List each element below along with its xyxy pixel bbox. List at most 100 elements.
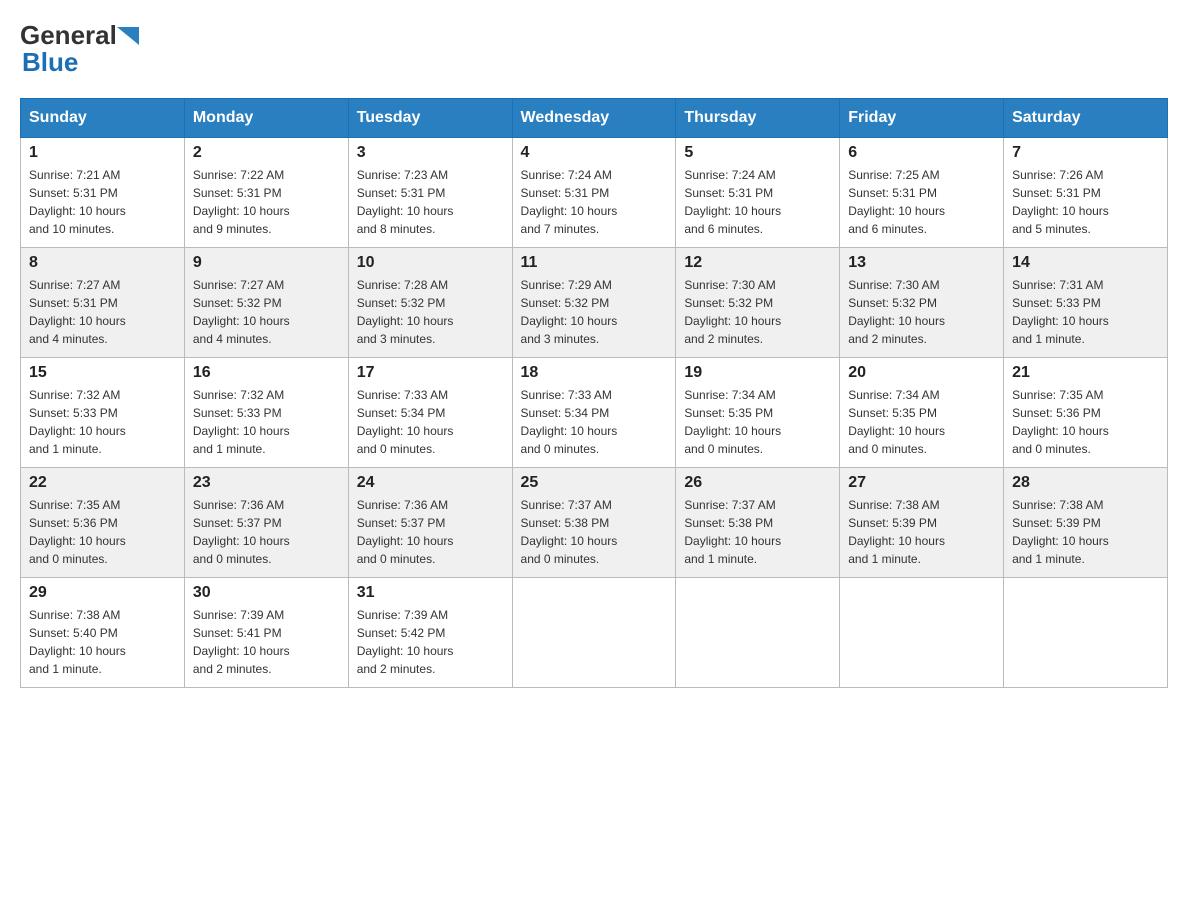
calendar-cell: 22Sunrise: 7:35 AMSunset: 5:36 PMDayligh…: [21, 468, 185, 578]
calendar-cell: 7 Sunrise: 7:26 AMSunset: 5:31 PMDaylight…: [1004, 138, 1168, 248]
calendar-cell: 5Sunrise: 7:24 AMSunset: 5:31 PMDaylight…: [676, 138, 840, 248]
day-number: 15: [29, 364, 176, 382]
logo-arrow-icon: [117, 27, 139, 45]
calendar-cell: 28 Sunrise: 7:38 AMSunset: 5:39 PMDayligh…: [1004, 468, 1168, 578]
weekday-header-friday: Friday: [840, 99, 1004, 138]
day-info: Sunrise: 7:37 AMSunset: 5:38 PMDaylight:…: [521, 496, 668, 568]
weekday-header-monday: Monday: [184, 99, 348, 138]
weekday-header-row: SundayMondayTuesdayWednesdayThursdayFrid…: [21, 99, 1168, 138]
logo-blue-text: Blue: [20, 47, 78, 78]
calendar-cell: 1 Sunrise: 7:21 AMSunset: 5:31 PMDaylight…: [21, 138, 185, 248]
day-info: Sunrise: 7:26 AMSunset: 5:31 PMDaylight:…: [1012, 166, 1159, 238]
calendar-cell: 26Sunrise: 7:37 AMSunset: 5:38 PMDayligh…: [676, 468, 840, 578]
calendar-cell: 9 Sunrise: 7:27 AMSunset: 5:32 PMDaylight…: [184, 248, 348, 358]
calendar-week-row: 29 Sunrise: 7:38 AMSunset: 5:40 PMDayligh…: [21, 578, 1168, 688]
day-info: Sunrise: 7:32 AMSunset: 5:33 PMDaylight:…: [29, 386, 176, 458]
day-number: 13: [848, 254, 995, 272]
calendar-cell: 16Sunrise: 7:32 AMSunset: 5:33 PMDayligh…: [184, 358, 348, 468]
weekday-header-sunday: Sunday: [21, 99, 185, 138]
calendar-cell: 29 Sunrise: 7:38 AMSunset: 5:40 PMDayligh…: [21, 578, 185, 688]
day-info: Sunrise: 7:21 AMSunset: 5:31 PMDaylight:…: [29, 166, 176, 238]
calendar-cell: 10 Sunrise: 7:28 AMSunset: 5:32 PMDayligh…: [348, 248, 512, 358]
day-number: 27: [848, 474, 995, 492]
day-number: 4: [521, 144, 668, 162]
calendar-cell: [676, 578, 840, 688]
day-number: 11: [521, 254, 668, 272]
day-info: Sunrise: 7:28 AMSunset: 5:32 PMDaylight:…: [357, 276, 504, 348]
day-info: Sunrise: 7:38 AMSunset: 5:40 PMDaylight:…: [29, 606, 176, 678]
weekday-header-tuesday: Tuesday: [348, 99, 512, 138]
day-number: 31: [357, 584, 504, 602]
calendar-cell: 31Sunrise: 7:39 AMSunset: 5:42 PMDayligh…: [348, 578, 512, 688]
day-info: Sunrise: 7:35 AMSunset: 5:36 PMDaylight:…: [29, 496, 176, 568]
day-number: 20: [848, 364, 995, 382]
calendar-cell: [1004, 578, 1168, 688]
day-number: 2: [193, 144, 340, 162]
calendar-cell: 20Sunrise: 7:34 AMSunset: 5:35 PMDayligh…: [840, 358, 1004, 468]
calendar-cell: 23 Sunrise: 7:36 AMSunset: 5:37 PMDayligh…: [184, 468, 348, 578]
calendar-cell: 11 Sunrise: 7:29 AMSunset: 5:32 PMDayligh…: [512, 248, 676, 358]
calendar-cell: 15 Sunrise: 7:32 AMSunset: 5:33 PMDayligh…: [21, 358, 185, 468]
day-number: 19: [684, 364, 831, 382]
day-info: Sunrise: 7:24 AMSunset: 5:31 PMDaylight:…: [684, 166, 831, 238]
calendar-cell: [840, 578, 1004, 688]
calendar-week-row: 1 Sunrise: 7:21 AMSunset: 5:31 PMDaylight…: [21, 138, 1168, 248]
day-number: 29: [29, 584, 176, 602]
day-number: 16: [193, 364, 340, 382]
calendar-cell: 4 Sunrise: 7:24 AMSunset: 5:31 PMDaylight…: [512, 138, 676, 248]
day-info: Sunrise: 7:38 AMSunset: 5:39 PMDaylight:…: [848, 496, 995, 568]
calendar-cell: 27 Sunrise: 7:38 AMSunset: 5:39 PMDayligh…: [840, 468, 1004, 578]
day-info: Sunrise: 7:33 AMSunset: 5:34 PMDaylight:…: [357, 386, 504, 458]
calendar-cell: 25 Sunrise: 7:37 AMSunset: 5:38 PMDayligh…: [512, 468, 676, 578]
day-number: 14: [1012, 254, 1159, 272]
day-number: 28: [1012, 474, 1159, 492]
calendar-cell: 30 Sunrise: 7:39 AMSunset: 5:41 PMDayligh…: [184, 578, 348, 688]
day-number: 21: [1012, 364, 1159, 382]
day-info: Sunrise: 7:27 AMSunset: 5:32 PMDaylight:…: [193, 276, 340, 348]
calendar-table: SundayMondayTuesdayWednesdayThursdayFrid…: [20, 98, 1168, 688]
day-info: Sunrise: 7:36 AMSunset: 5:37 PMDaylight:…: [193, 496, 340, 568]
day-number: 10: [357, 254, 504, 272]
day-number: 30: [193, 584, 340, 602]
weekday-header-saturday: Saturday: [1004, 99, 1168, 138]
day-info: Sunrise: 7:31 AMSunset: 5:33 PMDaylight:…: [1012, 276, 1159, 348]
day-info: Sunrise: 7:38 AMSunset: 5:39 PMDaylight:…: [1012, 496, 1159, 568]
day-info: Sunrise: 7:22 AMSunset: 5:31 PMDaylight:…: [193, 166, 340, 238]
day-number: 17: [357, 364, 504, 382]
day-number: 1: [29, 144, 176, 162]
day-info: Sunrise: 7:30 AMSunset: 5:32 PMDaylight:…: [848, 276, 995, 348]
calendar-cell: 6 Sunrise: 7:25 AMSunset: 5:31 PMDaylight…: [840, 138, 1004, 248]
calendar-week-row: 8Sunrise: 7:27 AMSunset: 5:31 PMDaylight…: [21, 248, 1168, 358]
day-number: 9: [193, 254, 340, 272]
day-number: 25: [521, 474, 668, 492]
day-number: 8: [29, 254, 176, 272]
day-info: Sunrise: 7:36 AMSunset: 5:37 PMDaylight:…: [357, 496, 504, 568]
calendar-cell: 19 Sunrise: 7:34 AMSunset: 5:35 PMDayligh…: [676, 358, 840, 468]
day-info: Sunrise: 7:25 AMSunset: 5:31 PMDaylight:…: [848, 166, 995, 238]
day-number: 3: [357, 144, 504, 162]
day-number: 12: [684, 254, 831, 272]
day-number: 24: [357, 474, 504, 492]
calendar-cell: 13 Sunrise: 7:30 AMSunset: 5:32 PMDayligh…: [840, 248, 1004, 358]
day-info: Sunrise: 7:29 AMSunset: 5:32 PMDaylight:…: [521, 276, 668, 348]
day-number: 23: [193, 474, 340, 492]
logo: General Blue: [20, 20, 139, 78]
calendar-cell: 3 Sunrise: 7:23 AMSunset: 5:31 PMDaylight…: [348, 138, 512, 248]
calendar-cell: 14 Sunrise: 7:31 AMSunset: 5:33 PMDayligh…: [1004, 248, 1168, 358]
calendar-cell: 17 Sunrise: 7:33 AMSunset: 5:34 PMDayligh…: [348, 358, 512, 468]
calendar-cell: 21 Sunrise: 7:35 AMSunset: 5:36 PMDayligh…: [1004, 358, 1168, 468]
day-number: 18: [521, 364, 668, 382]
day-info: Sunrise: 7:33 AMSunset: 5:34 PMDaylight:…: [521, 386, 668, 458]
calendar-week-row: 22Sunrise: 7:35 AMSunset: 5:36 PMDayligh…: [21, 468, 1168, 578]
calendar-cell: 8Sunrise: 7:27 AMSunset: 5:31 PMDaylight…: [21, 248, 185, 358]
day-number: 6: [848, 144, 995, 162]
day-info: Sunrise: 7:24 AMSunset: 5:31 PMDaylight:…: [521, 166, 668, 238]
day-info: Sunrise: 7:35 AMSunset: 5:36 PMDaylight:…: [1012, 386, 1159, 458]
weekday-header-wednesday: Wednesday: [512, 99, 676, 138]
day-number: 7: [1012, 144, 1159, 162]
day-info: Sunrise: 7:34 AMSunset: 5:35 PMDaylight:…: [684, 386, 831, 458]
day-info: Sunrise: 7:23 AMSunset: 5:31 PMDaylight:…: [357, 166, 504, 238]
day-info: Sunrise: 7:39 AMSunset: 5:41 PMDaylight:…: [193, 606, 340, 678]
calendar-cell: 12Sunrise: 7:30 AMSunset: 5:32 PMDayligh…: [676, 248, 840, 358]
page-header: General Blue: [20, 20, 1168, 78]
